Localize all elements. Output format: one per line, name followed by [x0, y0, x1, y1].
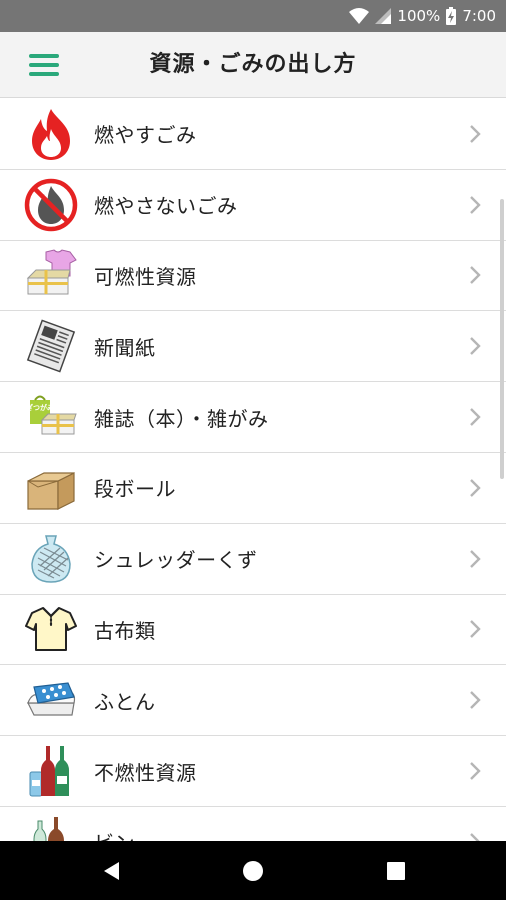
list-item-non-burnable[interactable]: 燃やさないごみ — [0, 170, 506, 241]
chevron-right-icon — [470, 408, 481, 426]
list-item-label: 新聞紙 — [94, 335, 156, 360]
list-item-label: 可燃性資源 — [94, 264, 197, 289]
status-icons: 100% 7:00 — [349, 0, 496, 32]
newspaper-icon — [24, 319, 78, 373]
menu-line — [29, 54, 59, 58]
list-item-burnable[interactable]: 燃やすごみ — [0, 99, 506, 170]
chevron-right-icon — [470, 479, 481, 497]
menu-line — [29, 72, 59, 76]
list-item-shredded-paper[interactable]: シュレッダーくず — [0, 524, 506, 595]
clothes-paper-bundle-icon — [24, 248, 78, 302]
list-item-label: 古布類 — [94, 618, 156, 643]
app-bar: 資源・ごみの出し方 — [0, 32, 506, 98]
list-item-label: 燃やすごみ — [94, 123, 197, 148]
battery-percent: 100% — [397, 7, 441, 25]
bag-label: ざつがみ — [26, 403, 54, 412]
wifi-icon — [349, 8, 370, 24]
shirt-icon — [24, 602, 78, 656]
list-item-label: 燃やさないごみ — [94, 194, 238, 219]
cardboard-box-icon — [24, 461, 78, 515]
glass-bottle-icon — [24, 815, 78, 841]
back-icon[interactable] — [72, 841, 152, 900]
page-title: 資源・ごみの出し方 — [149, 52, 357, 77]
chevron-right-icon — [470, 691, 481, 710]
list-item-label: 雑誌（本）・雑がみ — [94, 406, 269, 431]
chevron-right-icon — [470, 549, 481, 568]
battery-charging-icon — [446, 7, 457, 25]
list-item-label: 不燃性資源 — [94, 760, 197, 785]
list-item-cardboard[interactable]: 段ボール — [0, 453, 506, 524]
list-item-newspaper[interactable]: 新聞紙 — [0, 311, 506, 383]
list-item-glass-bottles[interactable]: ビン — [0, 807, 506, 841]
menu-line — [29, 63, 59, 67]
chevron-right-icon — [470, 125, 481, 143]
futon-icon — [24, 673, 78, 727]
no-burn-icon — [24, 178, 78, 232]
shredded-paper-bag-icon — [24, 532, 78, 586]
list-item-label: ビン — [94, 827, 135, 841]
recents-icon[interactable] — [356, 841, 436, 900]
list-item-futon[interactable]: ふとん — [0, 665, 506, 737]
chevron-right-icon — [470, 833, 480, 841]
list-item-label: シュレッダーくず — [94, 548, 258, 573]
chevron-right-icon — [470, 762, 481, 780]
list-item-non-burnable-resources[interactable]: 不燃性資源 — [0, 736, 506, 807]
chevron-right-icon — [470, 266, 481, 285]
category-list[interactable]: 燃やすごみ 燃やさないごみ 可燃性資源 新聞紙 ざつがみ 雑誌（本）・雑がみ 段… — [0, 99, 506, 841]
hamburger-menu-icon[interactable] — [26, 50, 62, 80]
navigation-bar — [0, 841, 506, 900]
clock: 7:00 — [462, 7, 496, 25]
chevron-right-icon — [470, 337, 481, 356]
home-icon[interactable] — [213, 841, 293, 900]
scrollbar[interactable] — [500, 199, 504, 479]
list-item-burnable-resources[interactable]: 可燃性資源 — [0, 241, 506, 312]
list-item-label: 段ボール — [94, 477, 176, 502]
magazine-paper-bag-icon: ざつがみ — [24, 390, 78, 444]
bottles-icon — [24, 744, 78, 798]
list-item-magazines[interactable]: ざつがみ 雑誌（本）・雑がみ — [0, 382, 506, 453]
list-item-old-cloth[interactable]: 古布類 — [0, 595, 506, 666]
fire-icon — [24, 107, 78, 161]
chevron-right-icon — [470, 620, 481, 639]
chevron-right-icon — [470, 195, 481, 214]
list-item-label: ふとん — [94, 689, 156, 714]
cell-signal-icon — [375, 8, 392, 24]
status-bar: 100% 7:00 — [0, 0, 506, 32]
